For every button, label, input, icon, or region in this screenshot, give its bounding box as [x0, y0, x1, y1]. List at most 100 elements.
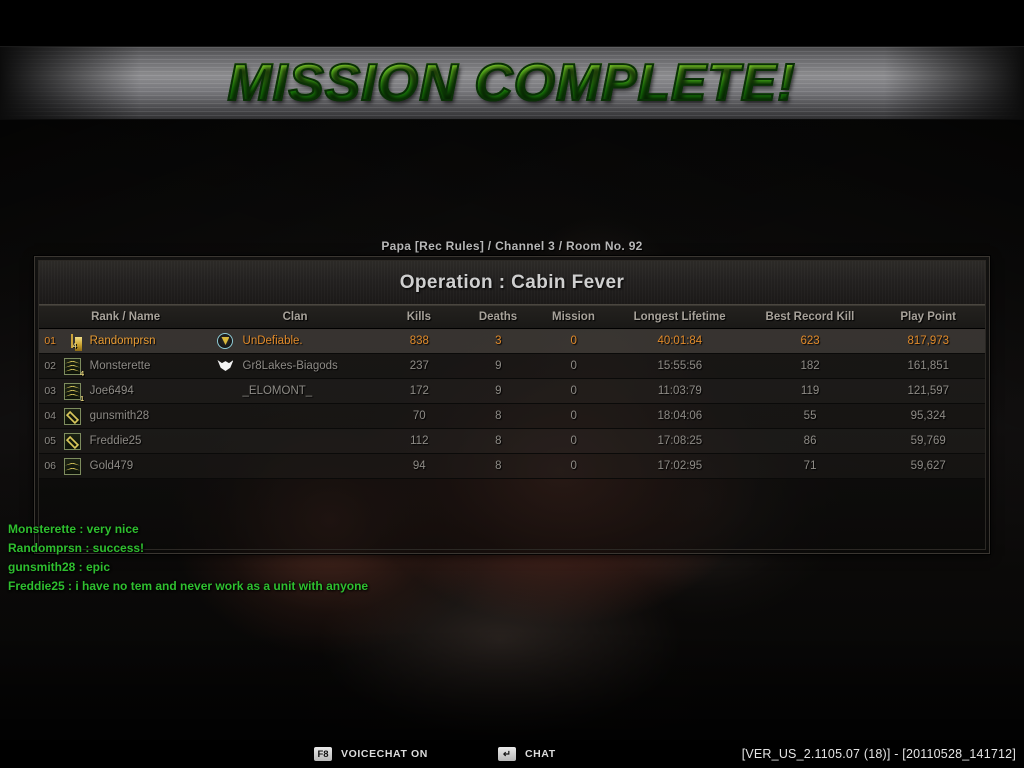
column-header-mission: Mission [552, 310, 595, 323]
column-header-clan: Clan [282, 310, 308, 323]
cell-best-record-kill: 71 [803, 460, 817, 472]
cell-best-record-kill: 623 [800, 335, 820, 347]
table-row[interactable]: 02 4 Monsterette Gr8Lakes-Biagods 237 9 0 15:55… [39, 354, 985, 379]
cell-mission: 0 [570, 410, 577, 422]
cell-mission: 0 [570, 435, 577, 447]
cell-play-point: 121,597 [907, 385, 950, 397]
cell-longest-lifetime: 40:01:84 [657, 335, 703, 347]
column-header-deaths: Deaths [478, 310, 518, 323]
wings-emblem-icon [217, 358, 233, 374]
cell-kills: 838 [409, 335, 429, 347]
cell-clan-name: _ELOMONT_ [242, 385, 313, 397]
badge-sub-number: 4 [72, 343, 77, 350]
scoreboard-panel: Operation : Cabin Fever Rank / Name Clan… [34, 256, 990, 554]
cell-rank-insignia: 4 [61, 334, 83, 350]
cell-deaths: 8 [495, 435, 502, 447]
chat-line: Randomprsn : success! [8, 541, 145, 555]
cell-kills: 112 [410, 435, 429, 447]
cell-kills: 237 [409, 360, 429, 372]
cell-longest-lifetime: 11:03:79 [657, 385, 702, 397]
rank-insignia: 4 [71, 334, 76, 350]
table-header-row: Rank / Name Clan Kills Deaths Mission Lo… [39, 305, 985, 329]
mission-title-bar: Operation : Cabin Fever [39, 261, 985, 305]
cell-deaths: 8 [495, 410, 502, 422]
cell-deaths: 8 [495, 460, 502, 472]
cell-longest-lifetime: 17:02:95 [657, 460, 703, 472]
chat-log: Monsterette : very nice Randomprsn : succ… [8, 520, 368, 596]
version-string: [VER_US_2.1105.07 (18)] - [20110528_1417… [741, 747, 1016, 761]
chat-label: CHAT [524, 748, 556, 760]
cell-mission: 0 [570, 460, 577, 472]
enter-keycap-icon: ↵ [497, 747, 516, 761]
cell-clan-name: Gr8Lakes-Biagods [242, 360, 338, 372]
cell-play-point: 59,627 [910, 460, 946, 472]
scoreboard-panel-inner: Operation : Cabin Fever Rank / Name Clan… [38, 260, 986, 550]
cell-rank-number: 02 [44, 360, 56, 372]
rank-insignia: 1 [63, 382, 84, 403]
cell-clan-name: UnDefiable. [242, 335, 303, 347]
mission-title: Operation : Cabin Fever [399, 271, 625, 293]
rank-insignia [63, 432, 81, 450]
cell-rank-number: 01 [44, 335, 56, 347]
column-header-rank-name: Rank / Name [91, 310, 161, 323]
cell-rank-insignia [61, 407, 83, 425]
cell-rank-number: 05 [44, 435, 56, 447]
letterbox-top [0, 0, 1024, 46]
cell-kills: 70 [412, 410, 426, 422]
rank-insignia [63, 407, 81, 425]
cell-rank-number: 03 [44, 385, 56, 397]
cell-rank-number: 06 [44, 460, 56, 472]
cell-player-name: Monsterette [89, 360, 151, 372]
cell-best-record-kill: 55 [803, 410, 817, 422]
cell-deaths: 9 [495, 360, 502, 372]
cell-longest-lifetime: 15:55:56 [657, 360, 703, 372]
cell-play-point: 161,851 [907, 360, 950, 372]
cell-deaths: 9 [495, 385, 502, 397]
room-channel-breadcrumb: Papa [Rec Rules] / Channel 3 / Room No. … [381, 239, 643, 253]
chevron-stack-icon [63, 357, 81, 375]
cell-clan-emblem [212, 333, 238, 349]
rank-insignia: 4 [63, 357, 84, 378]
bottom-hud-bar: F8 VOICECHAT ON ↵ CHAT [VER_US_2.1105.07… [0, 740, 1024, 768]
f8-keycap-icon: F8 [314, 747, 332, 761]
cell-mission: 0 [570, 385, 577, 397]
cell-player-name: Gold479 [89, 460, 134, 472]
cell-kills: 172 [409, 385, 429, 397]
cell-player-name: Joe6494 [89, 385, 134, 397]
cell-play-point: 95,324 [910, 410, 946, 422]
cell-player-name: Randomprsn [89, 335, 156, 347]
cell-deaths: 3 [495, 335, 502, 347]
cell-longest-lifetime: 17:08:25 [657, 435, 703, 447]
shield-emblem-icon [217, 333, 234, 349]
cell-player-name: Freddie25 [89, 435, 142, 447]
double-chevron-icon [63, 457, 81, 475]
chat-line: Freddie25 : i have no tem and never work… [8, 579, 369, 593]
chat-line: gunsmith28 : epic [8, 560, 111, 574]
table-row[interactable]: 05 Freddie25 112 8 0 17:08:25 86 59,769 [39, 429, 985, 454]
cell-play-point: 817,973 [907, 335, 950, 347]
column-header-kills: Kills [406, 310, 432, 323]
cell-play-point: 59,769 [910, 435, 946, 447]
table-row[interactable]: 03 1 Joe6494 _ELOMONT_ 172 9 0 11:03:79 119 121,5… [39, 379, 985, 404]
rank-insignia [63, 457, 81, 475]
table-body: 01 4 Randomprsn UnDefiable. 838 3 0 40:01:84 623… [39, 329, 985, 479]
table-row[interactable]: 01 4 Randomprsn UnDefiable. 838 3 0 40:01:84 623… [39, 329, 985, 354]
chat-hint[interactable]: ↵ CHAT [497, 747, 556, 761]
cell-player-name: gunsmith28 [89, 410, 150, 422]
cell-best-record-kill: 182 [800, 360, 820, 372]
column-header-longest-lifetime: Longest Lifetime [633, 310, 726, 323]
voicechat-label: VOICECHAT ON [341, 748, 428, 760]
scoreboard-table: Rank / Name Clan Kills Deaths Mission Lo… [39, 305, 985, 479]
column-header-best-record-kill: Best Record Kill [765, 310, 855, 323]
voicechat-hint[interactable]: F8 VOICECHAT ON [314, 747, 428, 761]
badge-sub-number: 4 [80, 370, 84, 378]
mission-complete-banner: MISSION COMPLETE! [0, 46, 1024, 120]
table-row[interactable]: 06 Gold479 94 8 0 17:02:95 71 59,627 [39, 454, 985, 479]
cell-best-record-kill: 119 [800, 385, 820, 397]
diamond-icon [63, 432, 81, 450]
badge-sub-number: 1 [80, 395, 84, 403]
cell-mission: 0 [570, 335, 577, 347]
table-row[interactable]: 04 gunsmith28 70 8 0 18:04:06 55 95,324 [39, 404, 985, 429]
cell-mission: 0 [570, 360, 577, 372]
diamond-icon [63, 407, 81, 425]
